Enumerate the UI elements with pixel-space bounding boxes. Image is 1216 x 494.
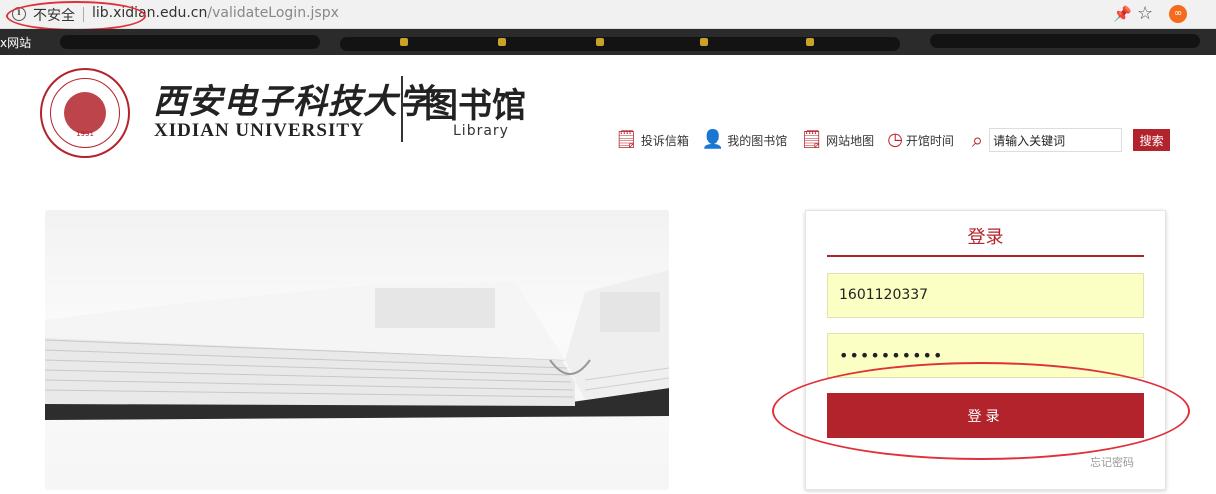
bookmark-favicon[interactable] <box>806 38 814 46</box>
library-title-en: Library <box>453 123 509 139</box>
search-icon: ⌕ <box>971 128 984 152</box>
search-button[interactable]: 搜索 <box>1133 129 1171 151</box>
library-title-cn: 图书馆 <box>424 86 526 126</box>
browser-address-bar[interactable]: i 不安全 lib.xidian.edu.cn/validateLogin.js… <box>0 0 1216 29</box>
header-divider <box>401 76 403 142</box>
nav-label: 网站地图 <box>826 133 875 148</box>
open-book-illustration <box>45 270 669 420</box>
login-panel: 登录 1601120337 •••••••••• 登录 忘记密码 <box>805 210 1166 490</box>
bookmark-favicon[interactable] <box>498 38 506 46</box>
top-nav: 🗒 投诉信箱 👤 我的图书馆 🗒 网站地图 ◷ 开馆时间 ⌕ 搜索 <box>615 128 1171 152</box>
address-separator <box>83 7 84 22</box>
bookmarks-bar: x网站 <box>0 29 1216 55</box>
clock-icon: ◷ <box>887 129 903 150</box>
search-input[interactable] <box>989 128 1123 152</box>
info-icon[interactable]: i <box>12 7 26 21</box>
bookmark-favicon[interactable] <box>700 38 708 46</box>
hero-book-image <box>45 210 669 490</box>
nav-my-library[interactable]: 👤 我的图书馆 <box>702 131 787 149</box>
bookmark-favicon[interactable] <box>400 38 408 46</box>
forgot-password-link[interactable]: 忘记密码 <box>1090 454 1134 470</box>
nav-label: 我的图书馆 <box>727 133 788 148</box>
url-host: lib.xidian.edu.cn <box>92 5 208 21</box>
extension-icon[interactable]: ∞ <box>1169 5 1187 23</box>
url-text[interactable]: lib.xidian.edu.cn/validateLogin.jspx <box>92 5 339 21</box>
university-name-en: XIDIAN UNIVERSITY <box>154 120 365 141</box>
pin-icon[interactable]: 📌 <box>1113 5 1132 23</box>
seal-emblem <box>64 92 106 134</box>
university-name-cn: 西安电子科技大学 <box>153 82 433 122</box>
login-title: 登录 <box>967 227 1004 248</box>
nav-opening-hours[interactable]: ◷ 开馆时间 <box>887 131 954 149</box>
password-field[interactable]: •••••••••• <box>827 333 1144 378</box>
username-field[interactable]: 1601120337 <box>827 273 1144 318</box>
sitemap-icon: 🗒 <box>800 129 824 150</box>
url-path: /validateLogin.jspx <box>207 5 339 21</box>
redaction-smear <box>340 37 900 51</box>
seal-year: 1931 <box>76 130 94 138</box>
document-icon: 🗒 <box>615 129 638 150</box>
bookmark-favicon[interactable] <box>596 38 604 46</box>
redaction-smear <box>60 35 320 49</box>
bookmark-item[interactable]: x网站 <box>0 34 31 51</box>
redaction-smear <box>930 34 1200 48</box>
nav-label: 开馆时间 <box>905 133 954 148</box>
nav-label: 投诉信箱 <box>640 133 689 148</box>
security-label[interactable]: 不安全 <box>33 5 75 25</box>
user-icon: 👤 <box>701 129 725 150</box>
login-submit-button[interactable]: 登录 <box>827 393 1144 438</box>
bookmark-star-icon[interactable]: ☆ <box>1137 3 1153 24</box>
nav-complaint-mailbox[interactable]: 🗒 投诉信箱 <box>615 131 689 149</box>
university-seal-logo[interactable]: 1931 <box>40 68 130 158</box>
nav-sitemap[interactable]: 🗒 网站地图 <box>800 131 874 149</box>
login-title-underline <box>827 255 1144 257</box>
